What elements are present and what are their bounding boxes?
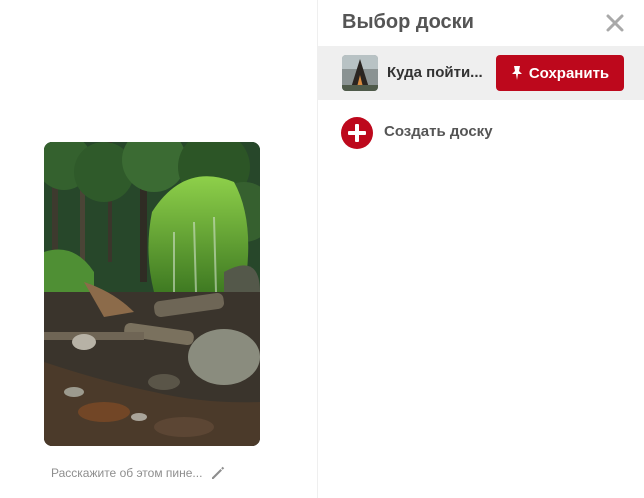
save-button-label: Сохранить xyxy=(528,64,610,82)
board-name: Куда пойти... xyxy=(387,64,483,81)
board-thumbnail xyxy=(342,55,378,91)
board-list-item[interactable]: Куда пойти... Сохранить xyxy=(318,46,644,100)
create-board-button[interactable]: Создать доску xyxy=(318,114,644,152)
description-placeholder[interactable]: Расскажите об этом пине... xyxy=(51,466,202,480)
dialog-header: Выбор доски xyxy=(318,0,644,46)
plus-circle-icon xyxy=(341,117,373,149)
save-pin-dialog: Расскажите об этом пине... Выбор доски К… xyxy=(0,0,644,498)
dialog-title: Выбор доски xyxy=(342,11,474,33)
save-button[interactable]: Сохранить xyxy=(496,55,624,91)
close-icon[interactable] xyxy=(604,12,626,34)
pencil-icon[interactable] xyxy=(210,465,226,481)
create-board-label: Создать доску xyxy=(384,123,493,140)
pushpin-icon xyxy=(511,65,523,81)
board-picker-pane: Выбор доски Куда пойти... Сохранить Созд… xyxy=(318,0,644,498)
pin-image xyxy=(44,142,260,446)
description-row[interactable]: Расскажите об этом пине... xyxy=(51,463,241,483)
pin-preview-pane: Расскажите об этом пине... xyxy=(0,0,317,498)
